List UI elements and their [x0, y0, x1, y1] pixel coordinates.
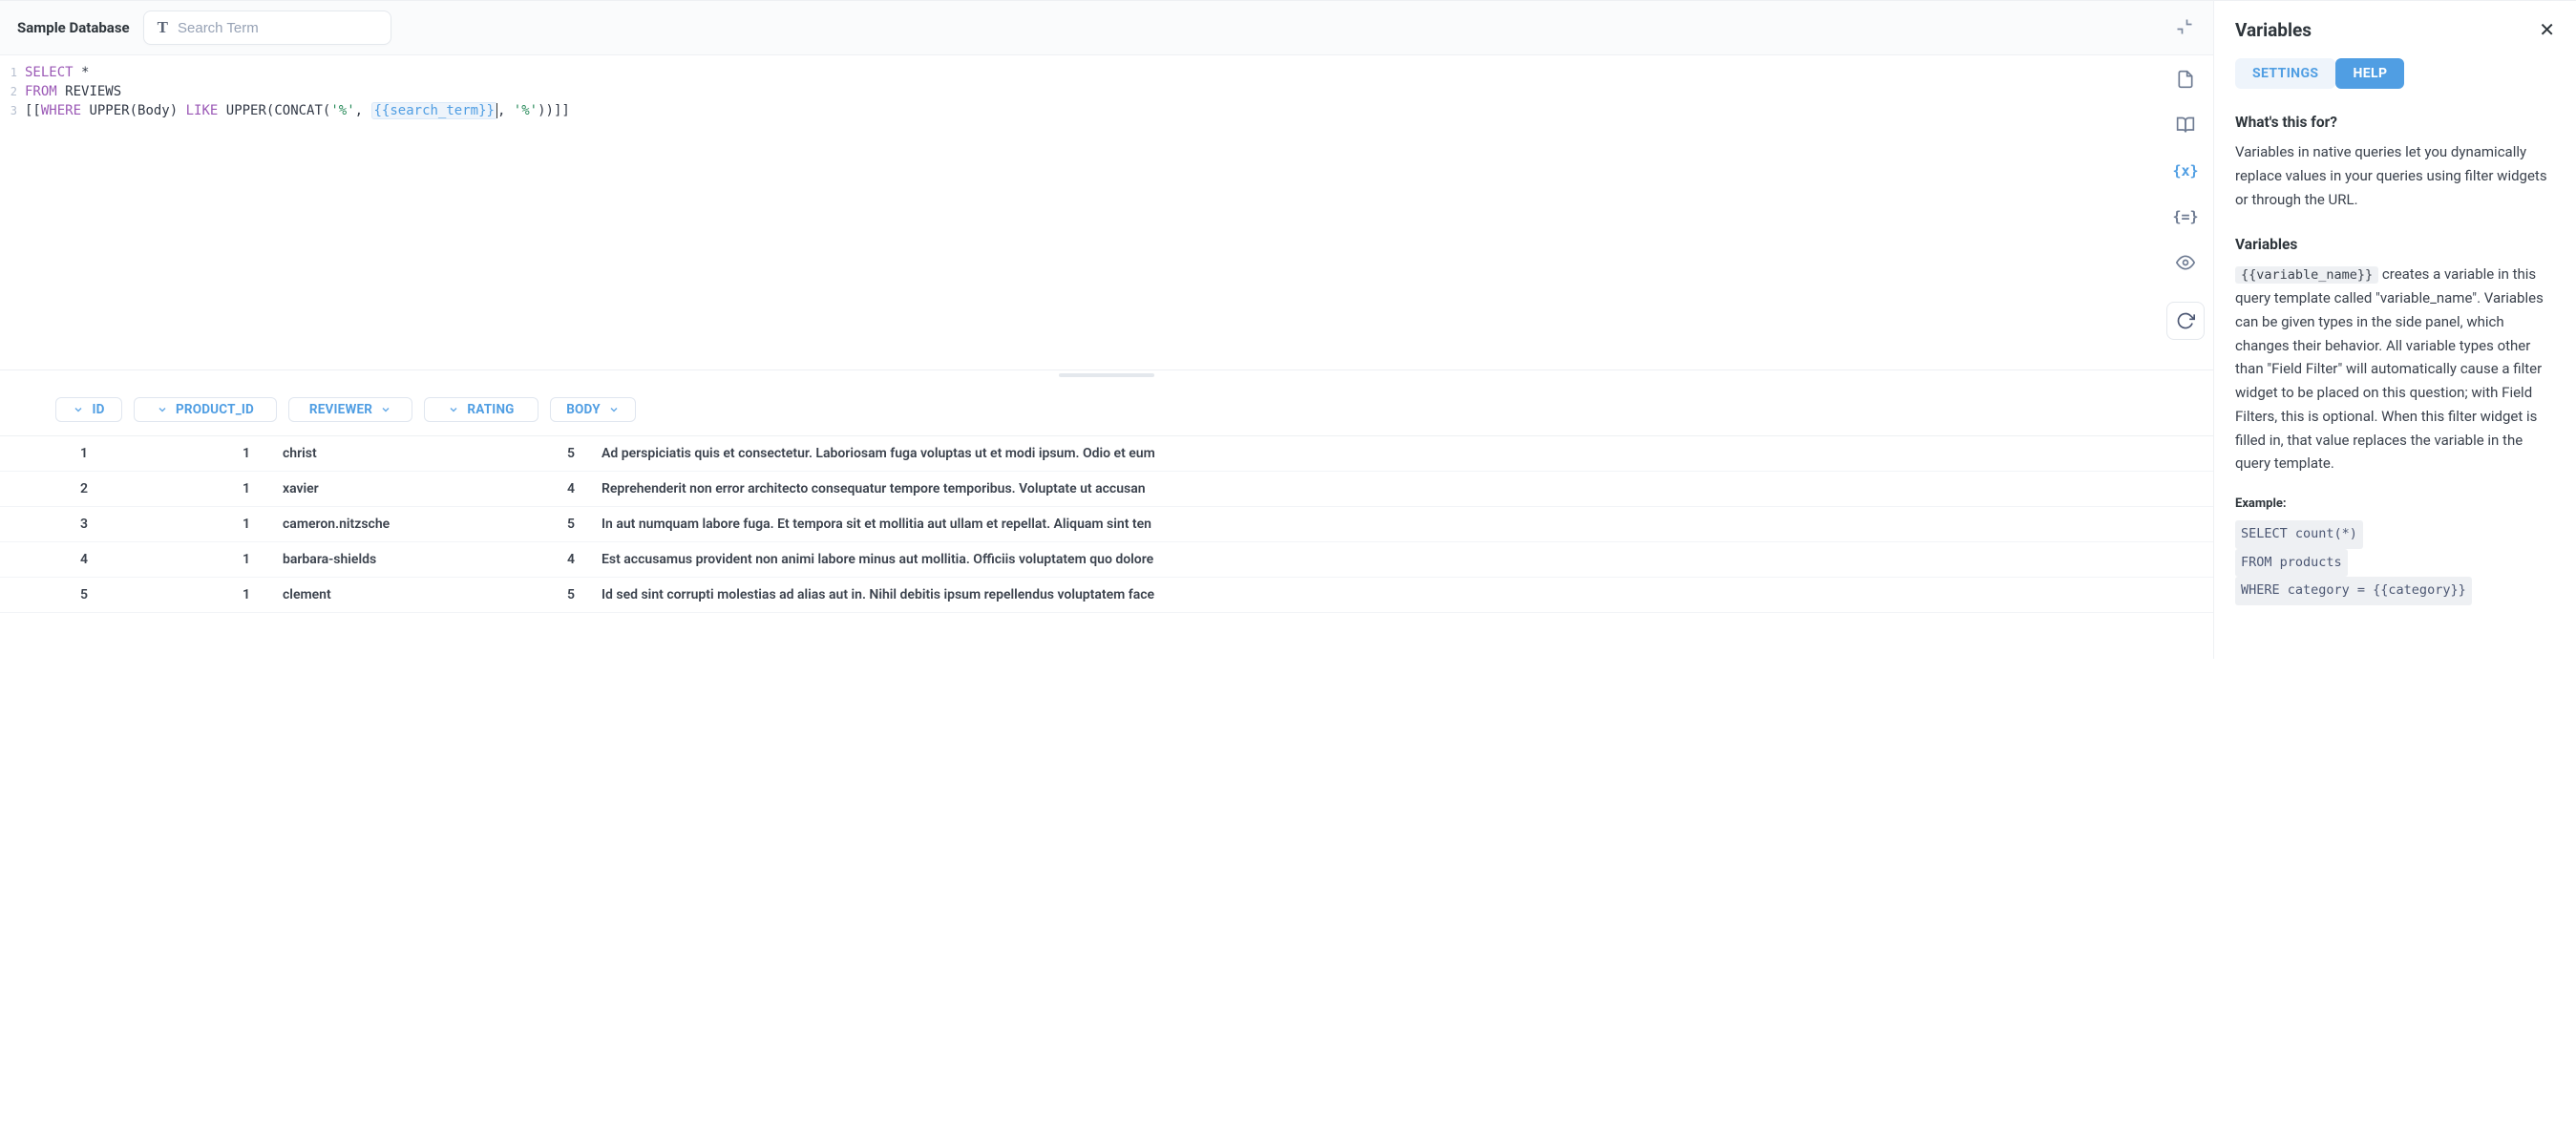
help-heading-1: What's this for?	[2235, 114, 2555, 131]
database-name[interactable]: Sample Database	[17, 19, 130, 36]
cell-id: 5	[0, 587, 115, 602]
cell-body: Reprehenderit non error architecto conse…	[602, 481, 2213, 496]
column-header-body[interactable]: BODY	[550, 397, 636, 422]
cell-product-id: 1	[115, 552, 277, 567]
variables-icon[interactable]: {x}	[2175, 160, 2196, 181]
cell-body: Est accusamus provident non animi labore…	[602, 552, 2213, 567]
editor-resize-handle[interactable]	[0, 370, 2213, 380]
column-headers-row: ID PRODUCT_ID REVIEWER RATING BODY	[0, 390, 2213, 436]
help-paragraph-2: {{variable_name}} creates a variable in …	[2235, 263, 2555, 475]
cell-body: Ad perspiciatis quis et consectetur. Lab…	[602, 446, 2213, 461]
main-area: Sample Database T 1 2 3 SELEC	[0, 1, 2213, 659]
table-row[interactable]: 51clement5Id sed sint corrupti molestias…	[0, 578, 2213, 613]
cell-id: 1	[0, 446, 115, 461]
column-header-reviewer[interactable]: REVIEWER	[288, 397, 412, 422]
cell-reviewer: christ	[277, 446, 506, 461]
text-type-icon: T	[158, 18, 168, 37]
search-term-filter[interactable]: T	[143, 11, 391, 45]
result-rows: 11christ5Ad perspiciatis quis et consect…	[0, 436, 2213, 613]
line-gutter: 1 2 3	[0, 63, 25, 369]
variable-code-sample: {{variable_name}}	[2235, 266, 2378, 284]
cell-reviewer: barbara-shields	[277, 552, 506, 567]
close-sidebar-icon[interactable]: ✕	[2539, 18, 2555, 41]
cell-id: 3	[0, 517, 115, 532]
sql-editor[interactable]: 1 2 3 SELECT * FROM REVIEWS [[WHERE UPPE…	[0, 55, 2158, 369]
cell-product-id: 1	[115, 517, 277, 532]
sql-editor-zone: 1 2 3 SELECT * FROM REVIEWS [[WHERE UPPE…	[0, 55, 2213, 370]
run-query-button[interactable]	[2166, 302, 2205, 340]
table-row[interactable]: 31cameron.nitzsche5In aut numquam labore…	[0, 507, 2213, 542]
tab-help[interactable]: HELP	[2335, 58, 2404, 89]
column-header-product-id[interactable]: PRODUCT_ID	[134, 397, 277, 422]
cell-rating: 5	[506, 517, 602, 532]
table-row[interactable]: 41barbara-shields4Est accusamus providen…	[0, 542, 2213, 578]
help-paragraph-1: Variables in native queries let you dyna…	[2235, 140, 2555, 211]
variables-sidebar: Variables ✕ SETTINGS HELP What's this fo…	[2213, 1, 2576, 659]
cell-rating: 4	[506, 481, 602, 496]
cell-product-id: 1	[115, 587, 277, 602]
cell-reviewer: clement	[277, 587, 506, 602]
cell-reviewer: cameron.nitzsche	[277, 517, 506, 532]
editor-side-icons: {x} {=}	[2158, 55, 2213, 369]
table-row[interactable]: 11christ5Ad perspiciatis quis et consect…	[0, 436, 2213, 472]
editor-toolbar: Sample Database T	[0, 1, 2213, 55]
cell-rating: 4	[506, 552, 602, 567]
cell-body: In aut numquam labore fuga. Et tempora s…	[602, 517, 2213, 532]
tab-settings[interactable]: SETTINGS	[2235, 58, 2335, 89]
table-row[interactable]: 21xavier4Reprehenderit non error archite…	[0, 472, 2213, 507]
cell-id: 4	[0, 552, 115, 567]
cell-product-id: 1	[115, 481, 277, 496]
app-root: Sample Database T 1 2 3 SELEC	[0, 0, 2576, 659]
example-code-block: SELECT count(*) FROM products WHERE cate…	[2235, 520, 2555, 605]
cell-rating: 5	[506, 446, 602, 461]
sidebar-title: Variables	[2235, 19, 2312, 41]
help-heading-2: Variables	[2235, 236, 2555, 253]
format-icon[interactable]: {=}	[2175, 206, 2196, 227]
code-lines: SELECT * FROM REVIEWS [[WHERE UPPER(Body…	[25, 63, 2158, 369]
reference-icon[interactable]	[2175, 115, 2196, 136]
cell-body: Id sed sint corrupti molestias ad alias …	[602, 587, 2213, 602]
contract-editor-icon[interactable]	[2175, 17, 2196, 38]
sidebar-tabs: SETTINGS HELP	[2235, 58, 2555, 89]
cell-rating: 5	[506, 587, 602, 602]
column-header-id[interactable]: ID	[55, 397, 122, 422]
column-header-rating[interactable]: RATING	[424, 397, 538, 422]
cell-product-id: 1	[115, 446, 277, 461]
snippet-icon[interactable]	[2175, 69, 2196, 90]
search-term-input[interactable]	[178, 20, 377, 36]
results-pane: ID PRODUCT_ID REVIEWER RATING BODY	[0, 380, 2213, 659]
example-label: Example:	[2235, 496, 2555, 511]
preview-eye-icon[interactable]	[2175, 252, 2196, 273]
cell-id: 2	[0, 481, 115, 496]
cell-reviewer: xavier	[277, 481, 506, 496]
